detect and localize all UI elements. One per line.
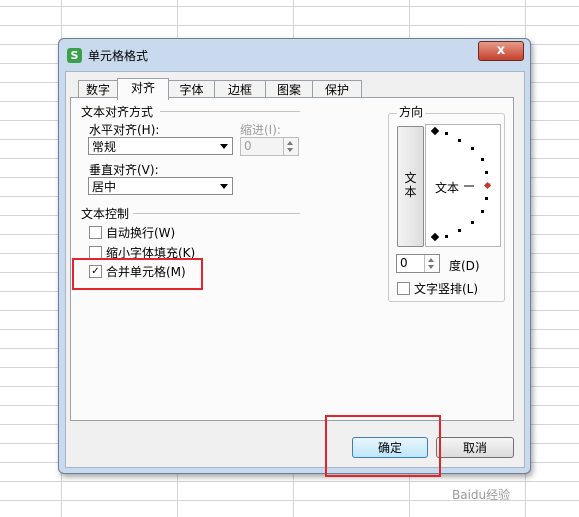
indent-value: 0 xyxy=(244,139,252,153)
close-button[interactable]: x xyxy=(478,41,524,61)
horizontal-alignment-select[interactable]: 常规 xyxy=(88,137,233,155)
chevron-down-icon xyxy=(220,184,228,189)
spinner-arrows-icon[interactable] xyxy=(424,255,439,272)
horizontal-alignment-label: 水平对齐(H): xyxy=(89,123,160,137)
wps-spreadsheet-icon: S xyxy=(67,48,82,63)
dial-text-label: 文本 xyxy=(435,181,460,195)
watermark: Baidu经验 xyxy=(452,488,511,502)
orientation-dial[interactable]: 文本 xyxy=(425,124,501,247)
indent-spinner: 0 xyxy=(240,137,299,156)
spinner-arrows-icon xyxy=(283,138,298,155)
vertical-alignment-select[interactable]: 居中 xyxy=(88,177,233,195)
merge-cells-highlight xyxy=(72,258,203,290)
vertical-alignment-label: 垂直对齐(V): xyxy=(89,163,159,177)
orientation-section-title: 方向 xyxy=(397,103,426,120)
vertical-alignment-value: 居中 xyxy=(92,180,117,194)
section-divider xyxy=(160,111,300,112)
vertical-text-label: 文本 xyxy=(404,171,417,199)
tab-alignment[interactable]: 对齐 xyxy=(117,78,169,100)
dialog-titlebar[interactable]: S 单元格格式 x xyxy=(59,39,530,69)
vertical-text-checkbox[interactable] xyxy=(397,282,410,295)
vertical-text-orientation-button[interactable]: 文本 xyxy=(397,126,424,247)
ok-button-highlight xyxy=(325,415,441,477)
chevron-down-icon xyxy=(220,144,228,149)
indent-label: 缩进(I): xyxy=(240,123,281,137)
degrees-spinner[interactable]: 0 xyxy=(396,254,440,273)
text-alignment-section-title: 文本对齐方式 xyxy=(81,105,154,119)
dialog-title: 单元格格式 xyxy=(88,49,149,63)
degrees-label: 度(D) xyxy=(449,259,480,273)
degrees-value: 0 xyxy=(400,256,408,270)
vertical-text-checkbox-label[interactable]: 文字竖排(L) xyxy=(414,280,478,297)
cancel-button[interactable]: 取消 xyxy=(436,437,514,458)
horizontal-alignment-value: 常规 xyxy=(92,140,117,154)
section-divider xyxy=(133,213,300,214)
wrap-text-checkbox[interactable] xyxy=(89,226,102,239)
wrap-text-label[interactable]: 自动换行(W) xyxy=(106,224,175,241)
text-control-section-title: 文本控制 xyxy=(81,207,130,221)
